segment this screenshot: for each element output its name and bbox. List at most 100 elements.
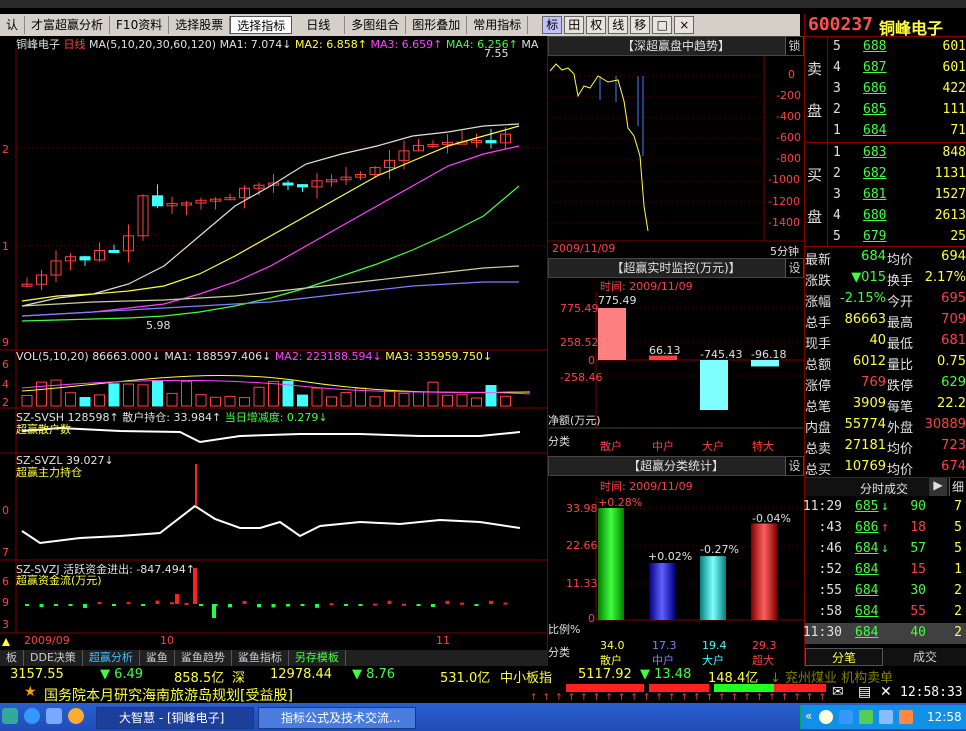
classify-bar [700, 556, 726, 620]
volume-bar [311, 387, 323, 407]
close-news-icon[interactable]: ✕ [880, 684, 892, 700]
sell-volume: 422 [942, 81, 966, 96]
mark-icon[interactable]: 标 [542, 16, 563, 34]
trade-count: 2 [954, 583, 962, 598]
volume-bar [384, 390, 395, 407]
tab-save-template[interactable]: 另存模板 [289, 650, 346, 666]
close-icon[interactable]: × [674, 16, 695, 34]
tab-shayu[interactable]: 鲨鱼 [140, 650, 175, 666]
lock-button[interactable]: 锁 [785, 37, 803, 55]
fund-flow-bar [175, 594, 179, 604]
stat-key: 跌停 [887, 379, 914, 394]
sell-level-row[interactable]: 3 686 422 [827, 79, 966, 100]
kline-period[interactable]: 日线 [64, 38, 86, 51]
buy-level-row[interactable]: 3 681 1527 [827, 185, 966, 206]
toolbar-item-overlay[interactable]: 图形叠加 [406, 16, 468, 34]
sell-level: 1 [833, 123, 841, 138]
tray-app-icon[interactable] [899, 710, 913, 724]
classify-chart[interactable]: 时间: 2009/11/09 33.98 22.66 11.33 0 +0.28… [548, 476, 804, 667]
toolbar-item-0[interactable]: 认 [0, 16, 26, 34]
tab-shayu-trend[interactable]: 鲨鱼趋势 [175, 650, 232, 666]
stat-key: 涨跌 [805, 274, 832, 289]
trade-row[interactable]: :55 684 30 2 [805, 581, 966, 602]
stat-key: 总笔 [805, 400, 832, 415]
stat-value: ▼015 [851, 270, 886, 285]
mail-icon[interactable]: ✉ [832, 684, 844, 700]
quicklaunch-desktop-icon[interactable] [46, 708, 62, 724]
buy-level-row[interactable]: 2 682 1131 [827, 164, 966, 185]
window-icon[interactable]: ▤ [858, 684, 871, 700]
indicator-tabs: 板 DDE决策 超赢分析 鲨鱼 鲨鱼趋势 鲨鱼指标 另存模板 [0, 650, 548, 666]
tray-network-icon[interactable] [839, 710, 853, 724]
monitor-chart[interactable]: 时间: 2009/11/09 775.49 258.52 0 -258.46 7… [548, 278, 804, 454]
classify-cat-label: 分类 [548, 646, 570, 659]
monitor-settings-button[interactable]: 设 [785, 259, 803, 277]
tab-chaoying[interactable]: 超赢分析 [83, 650, 140, 666]
quicklaunch-media-icon[interactable] [68, 708, 84, 724]
stat-key: 今开 [887, 295, 914, 310]
tab-chengjiao[interactable]: 成交 [885, 648, 965, 666]
fund-flow-bar [286, 604, 290, 607]
sell-level-row[interactable]: 5 688 601 [827, 37, 966, 58]
tray-arrow-icon[interactable]: « [805, 709, 812, 723]
classify-header: 【超赢分类统计】 设 [548, 456, 804, 476]
volume-bar [239, 397, 250, 407]
trade-row[interactable]: :46 684 ↓ 57 5 [805, 539, 966, 560]
trades-tabs: 分笔 成交 [805, 648, 966, 666]
stat-key: 每笔 [887, 400, 914, 415]
trade-row[interactable]: :58 684 55 2 [805, 602, 966, 623]
toolbar-item-f10[interactable]: F10资料 [110, 16, 170, 34]
intraday-trend-line [549, 63, 649, 232]
sell-level-row[interactable]: 4 687 601 [827, 58, 966, 79]
tab-ban[interactable]: 板 [0, 650, 24, 666]
trade-count: 2 [954, 604, 962, 619]
stat-value: 709 [941, 312, 966, 327]
line-icon[interactable]: 线 [608, 16, 629, 34]
fund-flow-bar [271, 604, 276, 608]
svzl-ylabel-2: 7 [2, 546, 9, 559]
buy-level-row[interactable]: 4 680 2613 [827, 206, 966, 227]
volume-ma-line [21, 379, 531, 395]
task-formula[interactable]: 指标公式及技术交流... [258, 707, 416, 729]
intraday-ylabel-5: -1000 [768, 173, 800, 186]
toolbar-item-daily[interactable]: 日线 [292, 16, 346, 34]
ma2-value: MA2: 6.858↑ [295, 38, 367, 51]
trade-price: 684 [855, 541, 879, 556]
toolbar-item-analysis[interactable]: 才富超赢分析 [25, 16, 111, 34]
candle-body [297, 184, 308, 188]
task-dazhihui[interactable]: 大智慧 - [铜峰电子] [96, 707, 254, 729]
toolbar-item-multi-chart[interactable]: 多图组合 [345, 16, 407, 34]
move-icon[interactable]: 移 [630, 16, 651, 34]
grid-icon[interactable]: 田 [564, 16, 585, 34]
tray-volume-icon[interactable] [879, 710, 893, 724]
trade-row[interactable]: 11:30 684 40 2 [803, 623, 966, 644]
trade-row[interactable]: :43 686 ↑ 18 5 [805, 518, 966, 539]
sell-level-row[interactable]: 1 684 71 [827, 121, 966, 142]
trade-row[interactable]: :52 684 15 1 [805, 560, 966, 581]
toolbar-item-select-indicator[interactable]: 选择指标 [230, 16, 293, 34]
buy-level-row[interactable]: 1 683 848 [827, 143, 966, 164]
buy-level-row[interactable]: 5 679 25 [827, 227, 966, 248]
tab-fenbi[interactable]: 分笔 [805, 648, 883, 666]
intraday-chart[interactable]: 0 -200 -400 -600 -800 -1000 -1200 -1400 … [548, 56, 804, 258]
tray-security-icon[interactable] [859, 710, 873, 724]
news-headline[interactable]: 国务院本月研究海南旅游岛规划[受益股] [44, 685, 293, 705]
trades-next-icon[interactable]: ▶ [929, 478, 947, 496]
toolbar-item-common-indicator[interactable]: 常用指标 [467, 16, 529, 34]
stat-key: 均价 [887, 253, 914, 268]
tray-qq-icon[interactable] [819, 710, 833, 724]
tab-shayu-indicator[interactable]: 鲨鱼指标 [232, 650, 289, 666]
left-chart-area[interactable]: 铜峰电子 日线 MA(5,10,20,30,60,120) MA1: 7.074… [0, 36, 548, 650]
toolbar-item-select-stock[interactable]: 选择股票 [169, 16, 231, 34]
quicklaunch-ie-icon[interactable] [24, 708, 40, 724]
start-icon[interactable] [2, 708, 18, 724]
trades-detail-button[interactable]: 细 [949, 478, 966, 496]
restore-icon[interactable]: □ [652, 16, 673, 34]
sell-level-row[interactable]: 2 685 111 [827, 100, 966, 121]
svzj-ylabel-1: 6 [2, 575, 9, 588]
classify-settings-button[interactable]: 设 [785, 457, 803, 475]
rights-icon[interactable]: 权 [586, 16, 607, 34]
trade-row[interactable]: 11:29 685 ↓ 90 7 [803, 497, 966, 518]
monitor-ylabel-0: 775.49 [560, 302, 599, 315]
tab-dde[interactable]: DDE决策 [24, 650, 83, 666]
